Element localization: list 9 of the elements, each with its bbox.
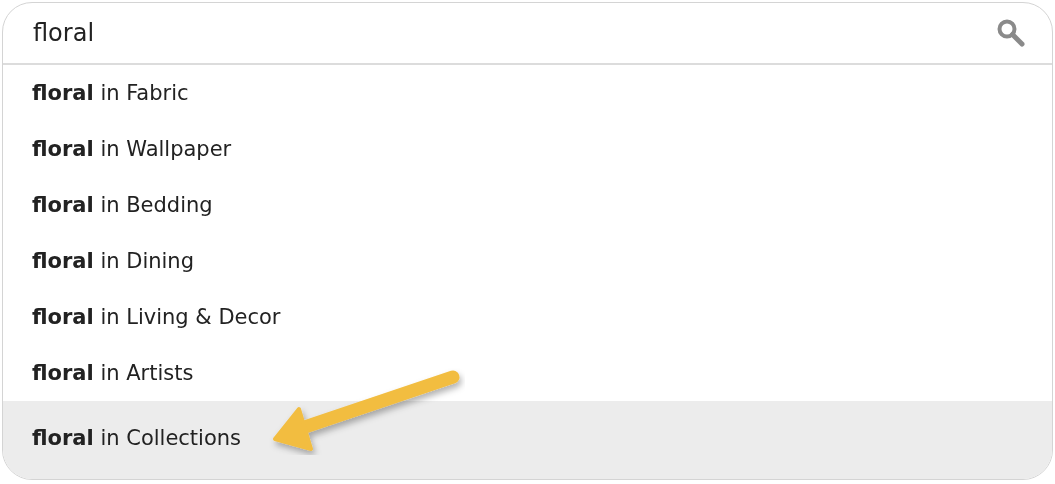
search-field[interactable]: floral: [33, 19, 996, 47]
suggestion-item[interactable]: floral in Collections: [3, 401, 1052, 479]
suggestion-item[interactable]: floral in Fabric: [3, 65, 1052, 121]
suggestion-item[interactable]: floral in Bedding: [3, 177, 1052, 233]
suggestion-item[interactable]: floral in Artists: [3, 345, 1052, 401]
suggestion-item[interactable]: floral in Living & Decor: [3, 289, 1052, 345]
suggestion-item[interactable]: floral in Dining: [3, 233, 1052, 289]
suggestion-item[interactable]: floral in Wallpaper: [3, 121, 1052, 177]
search-icon[interactable]: [996, 18, 1026, 48]
